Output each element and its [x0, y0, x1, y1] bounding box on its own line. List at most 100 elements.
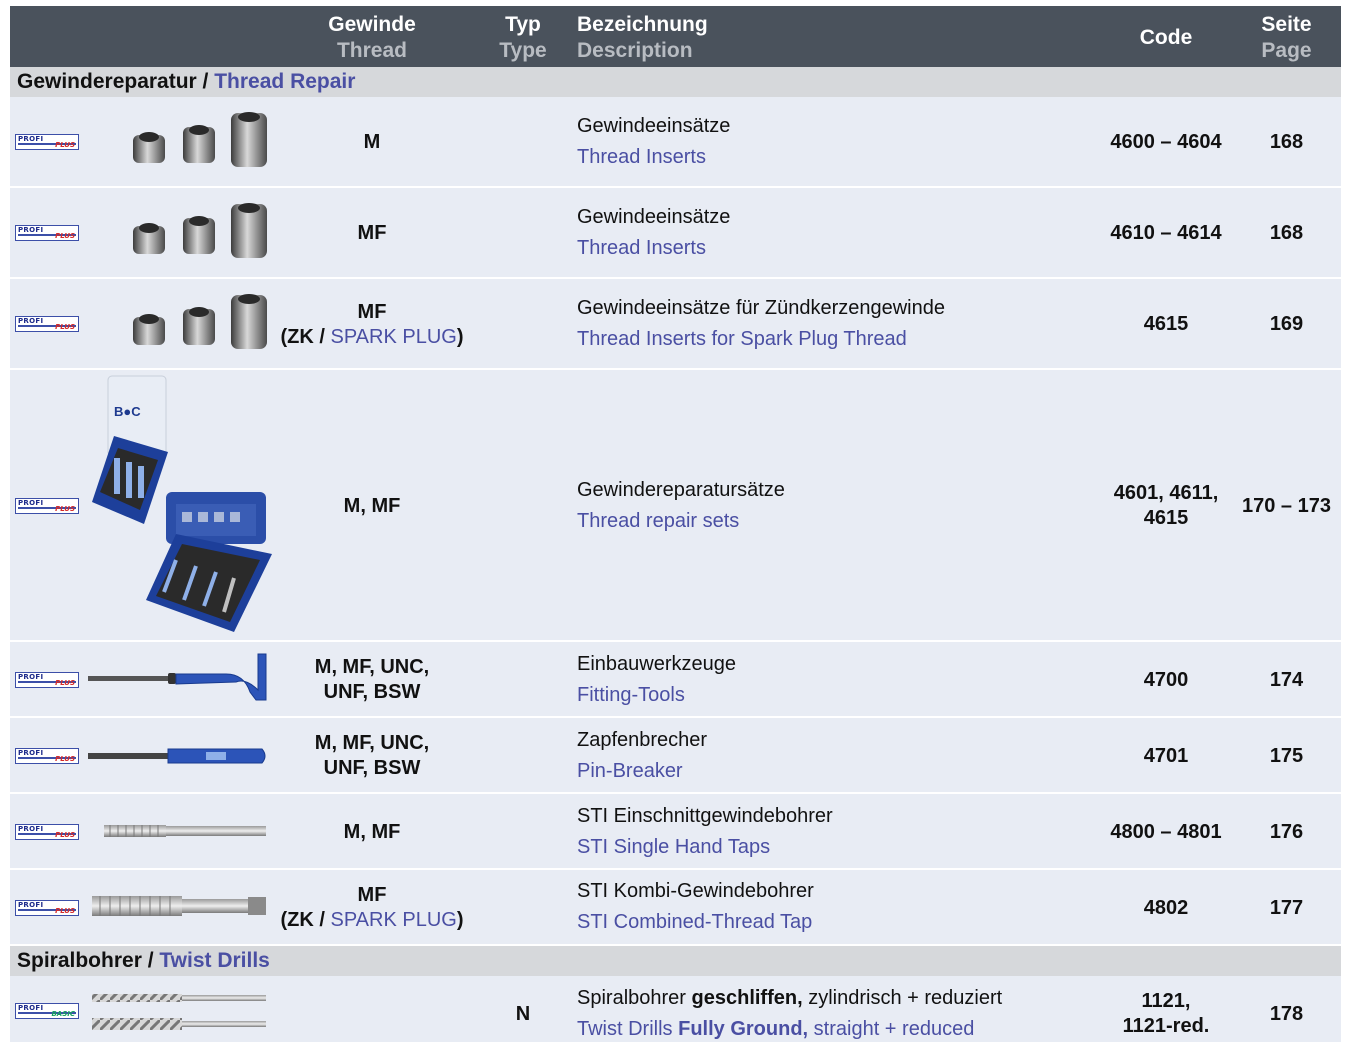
section-title-en: Thread Repair	[214, 70, 356, 93]
thread-value: M, MF, UNC, UNF, BSW	[272, 655, 472, 705]
thread-line: M, MF, UNC,	[314, 732, 430, 754]
header-type-de: Typ	[505, 13, 541, 36]
profi-plus-logo-icon: PROFI PLUS	[15, 748, 79, 764]
page-link[interactable]: 178	[1232, 1002, 1341, 1027]
description: STI Kombi-Gewindebohrer STI Combined-Thr…	[577, 876, 1097, 938]
code-value: 4600 – 4604	[1110, 131, 1222, 153]
thread-value: M, MF	[343, 495, 401, 517]
code-value: 4601, 4611, 4615	[1100, 481, 1232, 531]
thread-line: UNF, BSW	[323, 757, 421, 779]
code-line: 4615	[1143, 507, 1189, 529]
page-link[interactable]: 168	[1232, 221, 1341, 246]
catalog-table: Gewinde Thread Typ Type Bezeichnung Desc…	[10, 6, 1341, 1042]
type-value: N	[515, 1003, 531, 1025]
description-en: Twist Drills Fully Ground, straight + re…	[577, 1018, 975, 1040]
page-link[interactable]: 174	[1232, 668, 1341, 693]
description-de: Gewindeeinsätze	[577, 206, 731, 228]
page-link[interactable]: 177	[1232, 896, 1341, 921]
header-type-en: Type	[499, 39, 547, 62]
profi-plus-logo-icon: PROFI PLUS	[15, 225, 79, 241]
table-row[interactable]: PROFI BASIC N Spiralbohrer geschliffen, z…	[10, 976, 1341, 1042]
code-value: 4802	[1143, 897, 1189, 919]
description-en: Thread Inserts	[577, 237, 706, 259]
description-en: STI Combined-Thread Tap	[577, 911, 813, 933]
profi-plus-logo-icon: PROFI PLUS	[15, 134, 79, 150]
profi-basic-logo-icon: PROFI BASIC	[15, 1003, 79, 1019]
code-line: 1121-red.	[1122, 1015, 1210, 1037]
table-row[interactable]: PROFI PLUS M Gewindeeinsätze Thread Inser…	[10, 97, 1341, 188]
description: Zapfenbrecher Pin-Breaker	[577, 725, 1097, 787]
description-en: Thread repair sets	[577, 510, 740, 532]
description-de: STI Einschnittgewindebohrer	[577, 805, 833, 827]
twist-drills-image	[92, 994, 266, 1030]
code-value: 4700	[1143, 669, 1189, 691]
header-page-de: Seite	[1261, 13, 1312, 36]
description: STI Einschnittgewindebohrer STI Single H…	[577, 801, 1097, 863]
repair-set-cases-image: B●C	[92, 375, 272, 632]
description-de: Einbauwerkzeuge	[577, 653, 736, 675]
code-line: 1121,	[1141, 990, 1191, 1012]
description-de: Gewindeeinsätze	[577, 115, 731, 137]
table-row[interactable]: PROFI PLUS MF Gewindeeinsätze Thread Inse…	[10, 188, 1341, 279]
page-link[interactable]: 169	[1232, 312, 1341, 337]
code-line: 4601, 4611,	[1113, 482, 1219, 504]
thread-sub: (ZK / SPARK PLUG)	[280, 326, 464, 348]
profi-plus-logo-icon: PROFI PLUS	[15, 498, 79, 514]
page-link[interactable]: 168	[1232, 130, 1341, 155]
description-de: Gewindeeinsätze für Zündkerzengewinde	[577, 297, 945, 319]
header-code: Code	[1139, 26, 1193, 49]
profi-plus-logo-icon: PROFI PLUS	[15, 316, 79, 332]
description-de: Spiralbohrer geschliffen, zylindrisch + …	[577, 987, 1003, 1009]
description: Einbauwerkzeuge Fitting-Tools	[577, 649, 1097, 711]
description-en: Thread Inserts	[577, 146, 706, 168]
description-en: STI Single Hand Taps	[577, 836, 771, 858]
section-title-de: Gewindereparatur /	[17, 70, 209, 93]
section-thread-repair: Gewindereparatur / Thread Repair	[10, 67, 1341, 97]
header-desc-en: Description	[577, 39, 693, 62]
page-link[interactable]: 175	[1232, 744, 1341, 769]
thread-main: MF	[357, 301, 387, 323]
page-link[interactable]: 176	[1232, 820, 1341, 845]
header-desc-de: Bezeichnung	[577, 13, 708, 36]
svg-text:B●C: B●C	[114, 404, 141, 419]
description: Gewindereparatursätze Thread repair sets	[577, 475, 1097, 537]
fitting-tool-image	[88, 653, 267, 701]
description: Spiralbohrer geschliffen, zylindrisch + …	[577, 983, 1097, 1042]
table-row[interactable]: PROFI PLUS M, MF, UNC, UNF, BSW Einbauwer…	[10, 642, 1341, 718]
header-thread-de: Gewinde	[328, 13, 416, 36]
thread-value: M, MF	[343, 821, 401, 843]
description: Gewindeeinsätze für Zündkerzengewinde Th…	[577, 293, 1097, 355]
page-link[interactable]: 170 – 173	[1232, 494, 1341, 519]
profi-plus-logo-icon: PROFI PLUS	[15, 900, 79, 916]
header-page-en: Page	[1261, 39, 1312, 62]
thread-line: UNF, BSW	[323, 681, 421, 703]
thread-value: MF (ZK / SPARK PLUG)	[272, 300, 472, 350]
section-title-en: Twist Drills	[159, 949, 270, 972]
description-de: Zapfenbrecher	[577, 729, 708, 751]
description: Gewindeeinsätze Thread Inserts	[577, 202, 1097, 264]
thread-inserts-image	[133, 203, 267, 258]
combined-tap-image	[92, 896, 266, 916]
thread-value: MF (ZK / SPARK PLUG)	[272, 883, 472, 933]
thread-main: MF	[357, 884, 387, 906]
thread-inserts-image	[133, 112, 267, 167]
table-row[interactable]: PROFI PLUS B●C M, MF Gewindereparatursätz…	[10, 370, 1341, 642]
header-thread-en: Thread	[336, 39, 407, 62]
thread-value: M	[363, 131, 381, 153]
code-value: 4800 – 4801	[1110, 821, 1222, 843]
code-value: 4610 – 4614	[1110, 222, 1222, 244]
table-row[interactable]: PROFI PLUS M, MF STI Einschnittgewindeboh…	[10, 794, 1341, 870]
table-row[interactable]: PROFI PLUS M, MF, UNC, UNF, BSW Zapfenbre…	[10, 718, 1341, 794]
description-de: Gewindereparatursätze	[577, 479, 785, 501]
description-en: Fitting-Tools	[577, 684, 685, 706]
table-row[interactable]: PROFI PLUS MF (ZK / SPARK PLUG) STI Kombi…	[10, 870, 1341, 946]
profi-plus-logo-icon: PROFI PLUS	[15, 824, 79, 840]
description: Gewindeeinsätze Thread Inserts	[577, 111, 1097, 173]
thread-sub: (ZK / SPARK PLUG)	[280, 909, 464, 931]
section-twist-drills: Spiralbohrer / Twist Drills	[10, 946, 1341, 976]
table-row[interactable]: PROFI PLUS MF (ZK / SPARK PLUG) Gewindeei…	[10, 279, 1341, 370]
code-value: 4615	[1143, 313, 1189, 335]
description-en: Thread Inserts for Spark Plug Thread	[577, 328, 907, 350]
section-title-de: Spiralbohrer /	[17, 949, 154, 972]
code-value: 4701	[1143, 745, 1189, 767]
